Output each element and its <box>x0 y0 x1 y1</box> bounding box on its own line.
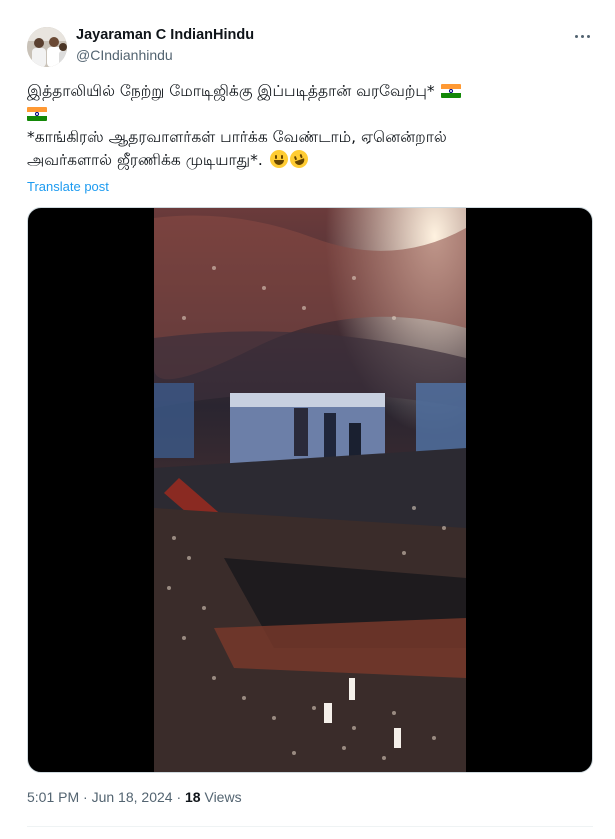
views-label: Views <box>204 789 242 805</box>
profile-photo-avatar <box>27 27 67 67</box>
post-line-3: *காங்கிரஸ் ஆதரவாளர்கள் பார்க்க வேண்டாம்,… <box>27 128 447 146</box>
avatar[interactable] <box>27 27 67 67</box>
video-thumbnail-image <box>154 208 466 772</box>
more-options-button[interactable] <box>568 25 596 47</box>
divider <box>27 826 593 827</box>
post-text-line-4: அவர்களால் ஜீரணிக்க முடியாது*. <box>27 151 263 169</box>
more-options-icon <box>574 34 578 38</box>
translate-post-link[interactable]: Translate post <box>27 179 109 194</box>
more-options-icon-dot <box>586 34 590 38</box>
video-player[interactable] <box>27 207 593 773</box>
meta-separator: · <box>79 789 92 805</box>
video-thumbnail <box>154 208 466 772</box>
views-count: 18 <box>185 789 201 805</box>
post-text-line-1: இத்தாலியில் நேற்று மோடிஜிக்கு இப்படித்தா… <box>27 82 435 100</box>
post-line-4: அவர்களால் ஜீரணிக்க முடியாது*. <box>27 147 597 172</box>
post-metadata: 5:01 PM · Jun 18, 2024 · 18 Views <box>27 789 242 805</box>
grinning-face-emoji <box>269 150 288 168</box>
meta-separator: · <box>172 789 186 805</box>
post-line-1: இத்தாலியில் நேற்று மோடிஜிக்கு இப்படித்தா… <box>27 80 597 103</box>
author-name[interactable]: Jayaraman C IndianHindu <box>76 27 254 43</box>
post-line-2 <box>27 103 597 126</box>
tweet-post: Jayaraman C IndianHindu @CIndianhindu இத… <box>0 0 615 839</box>
more-options-icon-dot <box>580 34 584 38</box>
india-flag-icon <box>27 107 47 121</box>
post-time[interactable]: 5:01 PM <box>27 789 79 805</box>
post-text: இத்தாலியில் நேற்று மோடிஜிக்கு இப்படித்தா… <box>27 80 597 172</box>
author-handle[interactable]: @CIndianhindu <box>76 47 173 63</box>
post-date[interactable]: Jun 18, 2024 <box>92 789 173 805</box>
india-flag-icon <box>440 84 461 98</box>
rolling-on-floor-laughing-emoji <box>287 147 311 171</box>
